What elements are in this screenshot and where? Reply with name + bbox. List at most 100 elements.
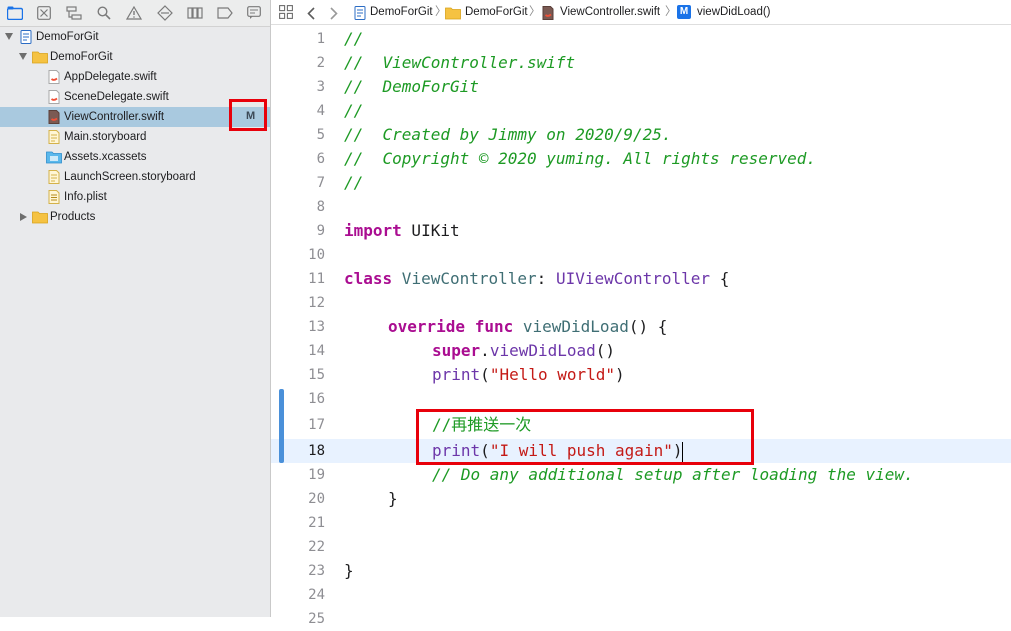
annotation-highlight-box	[229, 99, 267, 131]
disclosure-open-icon[interactable]	[19, 53, 27, 60]
breadcrumb-separator: 〉	[665, 6, 677, 18]
code-token: {	[710, 269, 730, 288]
code-line: // Created by Jimmy on 2020/9/25.	[344, 125, 672, 144]
line-number: 17	[308, 417, 325, 433]
breadcrumb-separator: 〉	[529, 6, 541, 18]
method-icon: M	[677, 5, 691, 19]
disclosure-open-icon[interactable]	[5, 33, 13, 40]
code-token: ()	[595, 341, 616, 360]
tree-item-launchscreen[interactable]: LaunchScreen.storyboard	[0, 167, 270, 187]
line-number: 25	[308, 611, 325, 627]
function-token: viewDidLoad	[489, 341, 596, 360]
keyword-token: class	[344, 269, 393, 288]
code-line: //	[344, 101, 364, 120]
code-token: () {	[628, 317, 668, 336]
find-icon[interactable]	[95, 4, 113, 22]
folder-icon	[32, 211, 48, 224]
source-editor[interactable]: 1 2 3 4 5 6 7 8 9 10 11 12 13 14 15 16 1…	[271, 25, 1011, 627]
breadcrumb-project[interactable]: DemoForGit	[370, 0, 433, 24]
code-token: .	[480, 341, 490, 360]
line-number: 24	[308, 587, 325, 603]
code-token: )	[615, 365, 625, 384]
code-token: (	[480, 365, 490, 384]
disclosure-closed-icon[interactable]	[20, 213, 27, 221]
assets-icon	[46, 151, 62, 164]
keyword-token: import	[344, 221, 402, 240]
storyboard-icon	[48, 130, 60, 144]
grid-icon[interactable]	[279, 4, 293, 20]
keyword-token: super	[432, 341, 481, 360]
project-icon	[354, 5, 366, 20]
breadcrumb-group[interactable]: DemoForGit	[465, 0, 528, 24]
breadcrumb-method[interactable]: viewDidLoad()	[697, 0, 771, 24]
type-token: UIViewController	[555, 269, 711, 288]
keyword-token: func	[465, 317, 514, 336]
forward-icon[interactable]	[330, 5, 338, 20]
line-number: 6	[316, 151, 325, 167]
tree-item-appdelegate[interactable]: AppDelegate.swift	[0, 67, 270, 87]
project-icon	[20, 30, 32, 44]
breadcrumb-file[interactable]: ViewController.swift	[560, 0, 660, 24]
line-number: 14	[308, 343, 325, 359]
test-icon[interactable]	[156, 4, 174, 22]
line-number: 1	[316, 31, 325, 47]
report-icon[interactable]	[245, 4, 263, 22]
line-number: 8	[316, 199, 325, 215]
jump-bar: DemoForGit 〉 DemoForGit 〉 ViewController…	[271, 0, 1011, 25]
code-token: :	[536, 269, 556, 288]
code-line-close-brace: }	[388, 489, 398, 508]
tree-item-products[interactable]: Products	[0, 207, 270, 227]
storyboard-icon	[48, 170, 60, 184]
annotation-highlight-box	[416, 409, 754, 465]
line-number: 3	[316, 79, 325, 95]
tree-item-assets[interactable]: Assets.xcassets	[0, 147, 270, 167]
tree-item-label: AppDelegate.swift	[64, 71, 157, 83]
tree-item-label: Info.plist	[64, 191, 107, 203]
tree-item-label: LaunchScreen.storyboard	[64, 171, 196, 183]
project-navigator: DemoForGit DemoForGit AppDelegate.swift …	[0, 0, 271, 617]
swift-file-icon	[542, 5, 554, 20]
swift-file-icon	[48, 90, 60, 104]
code-line-func: override func viewDidLoad() {	[388, 315, 667, 339]
keyword-token: override	[388, 317, 466, 336]
tree-item-label: Products	[50, 211, 96, 223]
line-number: 7	[316, 175, 325, 191]
code-line-super: super.viewDidLoad()	[432, 339, 615, 363]
code-line: //	[344, 173, 364, 192]
tree-item-infoplist[interactable]: Info.plist	[0, 187, 270, 207]
line-number: 5	[316, 127, 325, 143]
back-icon[interactable]	[307, 5, 315, 20]
code-line: // DemoForGit	[344, 77, 479, 96]
tree-item-label: SceneDelegate.swift	[64, 91, 169, 103]
debug-icon[interactable]	[186, 4, 204, 22]
line-number: 16	[308, 391, 325, 407]
line-number: 4	[316, 103, 325, 119]
line-number: 21	[308, 515, 325, 531]
function-token: print	[432, 365, 481, 384]
line-number-current: 18	[308, 443, 325, 459]
hierarchy-icon[interactable]	[65, 4, 83, 22]
tree-item-label: ViewController.swift	[64, 111, 165, 123]
tree-item-label: Main.storyboard	[64, 131, 147, 143]
function-name-token: viewDidLoad	[513, 317, 629, 336]
breakpoint-icon[interactable]	[216, 4, 234, 22]
tree-item-project[interactable]: DemoForGit	[0, 27, 270, 47]
folder-icon[interactable]	[6, 4, 24, 22]
code-line-import: import UIKit	[344, 219, 460, 243]
source-control-icon[interactable]	[35, 4, 53, 22]
swift-file-icon	[48, 110, 60, 124]
navigator-toolbar	[0, 0, 270, 27]
folder-icon	[32, 51, 48, 64]
string-token: "Hello world"	[489, 365, 616, 384]
tree-item-group-demoforgit[interactable]: DemoForGit	[0, 47, 270, 67]
swift-file-icon	[48, 70, 60, 84]
code-line-comment: // Do any additional setup after loading…	[432, 465, 914, 484]
code-line: // Copyright © 2020 yuming. All rights r…	[344, 149, 817, 168]
code-line-class: class ViewController: UIViewController {	[344, 267, 729, 291]
line-number: 13	[308, 319, 325, 335]
line-number: 9	[316, 223, 325, 239]
tree-item-label: DemoForGit	[36, 31, 99, 43]
line-number: 10	[308, 247, 325, 263]
issue-icon[interactable]	[125, 4, 143, 22]
type-token: ViewController	[392, 269, 537, 288]
